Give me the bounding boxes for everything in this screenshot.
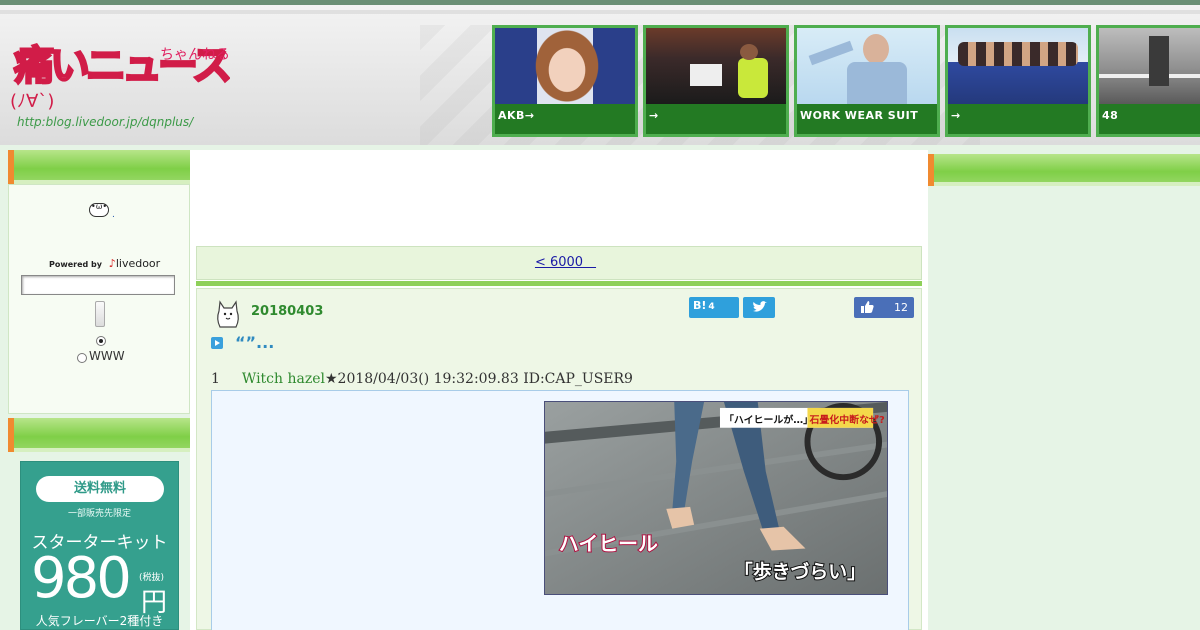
hatena-count: 4: [708, 302, 715, 312]
radio-www[interactable]: [77, 353, 87, 363]
prev-page-link[interactable]: < 6000: [535, 255, 596, 270]
ad-bottom-text: 人気フレーバー2種付き: [35, 614, 164, 628]
svg-text:ハイヒール: ハイヒール: [559, 532, 658, 555]
thumb-image: [495, 28, 635, 104]
svg-text:「歩きづらい」: 「歩きづらい」: [734, 560, 866, 583]
radio-www-label: WWW: [89, 349, 125, 363]
search-button[interactable]: [95, 301, 105, 327]
logo-url[interactable]: http:blog.livedoor.jp/dqnplus/: [17, 115, 193, 129]
like-count: 12: [894, 301, 908, 314]
thumb-caption: 48: [1099, 104, 1200, 134]
article-card: 20180403 B! 4 12 “”... 1 Witch hazel★2018/…: [196, 288, 922, 630]
ad-price: 980: [31, 546, 132, 611]
svg-text:石畳化中断なぜ?: 石畳化中断なぜ?: [808, 413, 885, 426]
thumb-caption: →: [948, 104, 1088, 134]
livedoor-icon: ♪: [108, 257, 116, 270]
thumb-image: [1099, 28, 1200, 104]
svg-text:ちゃんねる: ちゃんねる: [160, 47, 230, 63]
search-input[interactable]: [21, 275, 175, 295]
featured-thumb[interactable]: WORK WEAR SUIT: [794, 25, 940, 137]
thumb-caption: AKB→: [495, 104, 635, 134]
powered-by-livedoor[interactable]: Powered by ♪livedoor: [49, 257, 160, 270]
sidebar-ad-banner[interactable]: 送料無料 一部販売先限定 スターターキット 980 (税抜) 円 人気フレーバー…: [20, 461, 179, 630]
svg-text:「ハイヒールが…」: 「ハイヒールが…」: [724, 413, 813, 426]
post-header: 1 Witch hazel★2018/04/03() 19:32:09.83 ID…: [211, 371, 633, 387]
thumb-image: [797, 28, 937, 104]
featured-thumb[interactable]: 48: [1096, 25, 1200, 137]
search-panel: . Powered by ♪livedoor WWW: [8, 184, 190, 414]
site-header: 痛いニュース ちゃんねる (ﾉ∀`) http:blog.livedoor.jp…: [0, 0, 1200, 145]
right-sidebar: [928, 150, 1200, 630]
play-icon: [211, 337, 223, 349]
post-author: Witch hazel: [241, 371, 325, 387]
thumbs-up-icon: [861, 301, 874, 313]
sidebar-heading-bar: [8, 418, 190, 452]
hatena-bookmark-button[interactable]: B! 4: [689, 297, 739, 318]
featured-thumb[interactable]: →: [945, 25, 1091, 137]
thumb-caption: →: [646, 104, 786, 134]
svg-text:(ﾉ∀`): (ﾉ∀`): [10, 91, 54, 112]
featured-thumb[interactable]: →: [643, 25, 789, 137]
page-navigation: < 6000: [196, 246, 922, 280]
tweet-button[interactable]: [743, 297, 775, 318]
post-number: 1: [211, 371, 220, 387]
header-stripe: [0, 10, 1200, 14]
post-meta: ★2018/04/03() 19:32:09.83 ID:CAP_USER9: [324, 371, 633, 387]
twitter-icon: [753, 301, 767, 312]
article-date: 20180403: [251, 304, 324, 319]
article-image[interactable]: 「ハイヒールが…」 石畳化中断なぜ? ハイヒール 「歩きづらい」: [544, 401, 888, 595]
left-sidebar: . Powered by ♪livedoor WWW 送料無料 一部販売先限定 …: [8, 150, 190, 630]
featured-thumb[interactable]: AKB→: [492, 25, 638, 137]
ad-free-shipping-badge: 送料無料: [36, 476, 164, 502]
nav-divider: [196, 281, 922, 286]
radio-blog[interactable]: [96, 336, 106, 346]
category-mascot-icon: [217, 300, 239, 328]
sidebar-heading-bar: [8, 150, 190, 184]
sidebar-heading-bar: [928, 154, 1200, 186]
face-link[interactable]: .: [112, 210, 115, 220]
article-title[interactable]: “”...: [235, 333, 274, 352]
thumb-image: [948, 28, 1088, 104]
facebook-like-button[interactable]: 12: [854, 297, 914, 318]
face-icon[interactable]: [89, 202, 109, 217]
main-content: < 6000 20180403 B! 4 12 “”... 1 Witch haze…: [190, 150, 928, 630]
thumb-caption: WORK WEAR SUIT: [797, 104, 937, 134]
thumb-image: [646, 28, 786, 104]
post-body: 「ハイヒールが…」 石畳化中断なぜ? ハイヒール 「歩きづらい」: [211, 390, 909, 630]
ad-subtext: 一部販売先限定: [67, 509, 131, 519]
